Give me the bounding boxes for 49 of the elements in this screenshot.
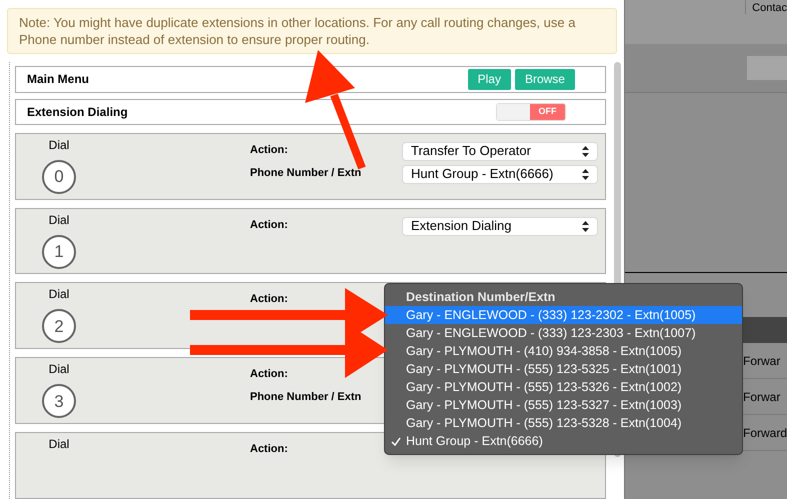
option-label: Gary - PLYMOUTH - (555) 123-5326 - Extn(1002) [406, 378, 682, 396]
dial-digit: 3 [42, 384, 76, 418]
phone-label: Phone Number / Extn [250, 390, 362, 406]
phone-label: Phone Number / Extn [250, 166, 362, 181]
updown-icon [582, 146, 589, 157]
option-label: Gary - ENGLEWOOD - (333) 123-2302 - Extn(1005) [406, 306, 696, 324]
dial-label: Dial [48, 212, 70, 229]
row-text: Forwar [742, 388, 780, 406]
dial-label: Dial [48, 136, 70, 154]
action-label: Action: [250, 218, 288, 233]
dropdown-option[interactable]: Gary - PLYMOUTH - (555) 123-5325 - Extn(1001) [385, 360, 742, 378]
row-text: Forward [742, 424, 787, 442]
updown-icon [582, 220, 589, 232]
dropdown-option[interactable]: Gary - PLYMOUTH - (555) 123-5327 - Extn(1003) [385, 396, 742, 414]
dropdown-header: Destination Number/Extn [405, 289, 556, 306]
dial-label: Dial [48, 361, 70, 378]
dropdown-option[interactable]: Gary - PLYMOUTH - (555) 123-5326 - Extn(1002) [385, 378, 742, 396]
dropdown-option[interactable]: Gary - PLYMOUTH - (410) 934-3858 - Extn(1005) [385, 342, 742, 360]
dropdown-option[interactable]: Gary - ENGLEWOOD - (333) 123-2302 - Extn(1005) [385, 306, 742, 324]
dropdown-option[interactable]: Gary - ENGLEWOOD - (333) 123-2303 - Extn(1007) [385, 324, 742, 342]
option-label: Gary - PLYMOUTH - (555) 123-5325 - Extn(1001) [406, 360, 682, 378]
action-label: Action: [250, 442, 288, 458]
extension-dialing-title: Extension Dialing [27, 104, 128, 121]
dial-digit: 2 [42, 309, 76, 344]
checkmark-icon [390, 436, 400, 446]
updown-icon [582, 168, 589, 180]
dropdown-option[interactable]: Gary - PLYMOUTH - (555) 123-5328 - Extn(1004) [385, 414, 742, 432]
dial-digit: 0 [42, 160, 76, 194]
action-label: Action: [250, 292, 288, 308]
option-label: Hunt Group - Extn(6666) [406, 432, 543, 450]
select-field[interactable]: Extension Dialing [402, 216, 598, 236]
input-field [747, 56, 787, 80]
dropdown-option[interactable]: Hunt Group - Extn(6666) [385, 432, 742, 450]
select-field[interactable]: Transfer To Operator [402, 142, 598, 161]
action-label: Action: [250, 142, 288, 158]
dial-label: Dial [48, 436, 70, 454]
action-label: Action: [250, 367, 288, 382]
notice-banner: Note: You might have duplicate extensions in other locations. For any call routing changes, use a Phone number instead of extension to ensure proper routing. [7, 8, 617, 54]
option-label: Gary - PLYMOUTH - (410) 934-3858 - Extn(1005) [406, 342, 682, 360]
select-field[interactable]: Hunt Group - Extn(6666) [402, 164, 598, 184]
header-text: Contac [745, 0, 787, 14]
dial-digit: 1 [42, 234, 76, 269]
menu-title: Main Menu [27, 71, 89, 88]
option-label: Gary - PLYMOUTH - (555) 123-5328 - Extn(1004) [406, 414, 682, 432]
option-label: Gary - PLYMOUTH - (555) 123-5327 - Extn(1003) [406, 396, 682, 414]
dial-label: Dial [48, 286, 70, 304]
option-label: Gary - ENGLEWOOD - (333) 123-2303 - Extn(1007) [406, 324, 696, 342]
row-text: Forwar [742, 352, 780, 370]
toggle-label: OFF [530, 104, 565, 120]
